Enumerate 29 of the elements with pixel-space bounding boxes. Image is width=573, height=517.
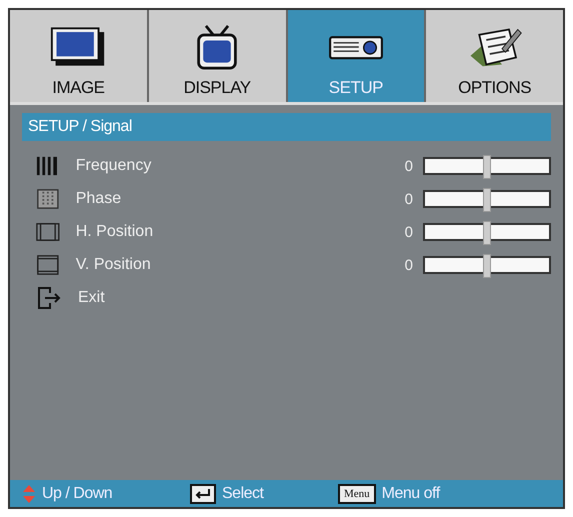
exit-icon bbox=[36, 287, 62, 309]
menu-item[interactable]: V. Position bbox=[76, 256, 332, 274]
menu-tab[interactable]: OPTIONS bbox=[426, 10, 563, 102]
slider-value: 0 bbox=[404, 190, 413, 208]
menu-item[interactable]: Phase bbox=[76, 190, 332, 208]
slider-thumb[interactable] bbox=[482, 254, 491, 278]
menu-key: Menu bbox=[338, 484, 376, 504]
slider-thumb[interactable] bbox=[482, 188, 491, 212]
breadcrumb-bar: SETUP / Signal bbox=[22, 113, 551, 141]
key-hint: Select bbox=[222, 484, 264, 502]
slider-value: 0 bbox=[404, 256, 413, 274]
slider-thumb[interactable] bbox=[482, 155, 491, 179]
enter-key-icon bbox=[190, 484, 216, 504]
frame-icon bbox=[36, 254, 60, 276]
menu-item[interactable]: H. Position bbox=[76, 223, 332, 241]
menu-item[interactable]: Frequency bbox=[76, 157, 332, 175]
slider-thumb[interactable] bbox=[482, 221, 491, 245]
up-down-arrow-icon bbox=[22, 484, 36, 504]
frame-icon bbox=[36, 221, 60, 243]
bars-icon bbox=[36, 155, 60, 177]
menu-tab[interactable]: SETUP bbox=[288, 10, 426, 102]
key-hint: Menu off bbox=[382, 484, 440, 502]
menu-tab[interactable]: DISPLAY bbox=[148, 10, 288, 102]
slider-value: 0 bbox=[404, 224, 413, 240]
slider-value: 0 bbox=[404, 158, 413, 174]
menu-tab[interactable]: IMAGE bbox=[10, 10, 149, 102]
pattern-icon bbox=[36, 188, 60, 210]
key-hint: Up / Down bbox=[42, 484, 112, 502]
menu-item[interactable]: Exit bbox=[78, 289, 358, 307]
